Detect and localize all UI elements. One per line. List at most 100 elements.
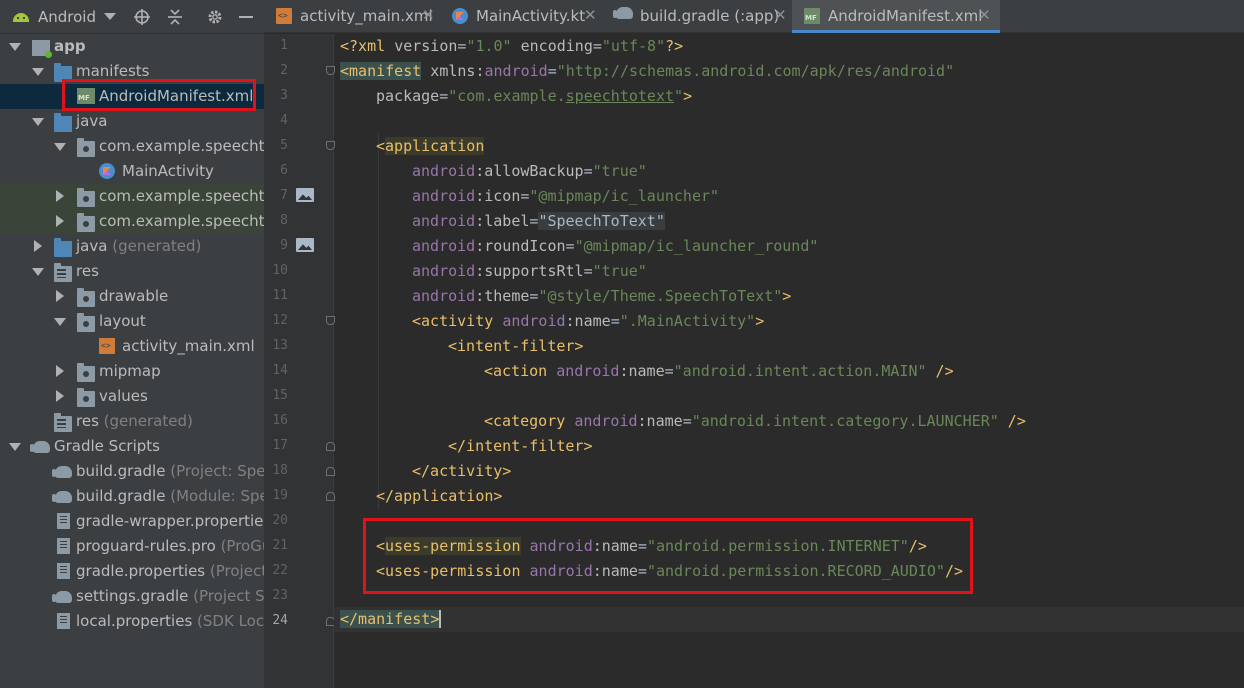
code-line-14: <action android:name="android.intent.act… bbox=[484, 362, 954, 380]
kotlin-class-icon bbox=[99, 163, 115, 179]
tree-item-label: gradle.properties (Project P bbox=[76, 562, 264, 580]
tree-item-res[interactable]: res bbox=[0, 259, 264, 284]
tree-item-label: com.example.speechtote bbox=[99, 212, 264, 230]
project-view-selector[interactable]: Android bbox=[0, 0, 116, 34]
tree-item-package-main[interactable]: com.example.speechtote bbox=[0, 134, 264, 159]
tab-android-manifest-xml[interactable]: AndroidManifest.xml ✕ bbox=[792, 0, 1000, 33]
code-line-1: <?xml version="1.0" encoding="utf-8"?> bbox=[340, 37, 684, 55]
line-number[interactable]: 18 bbox=[264, 463, 288, 478]
tree-item-label: com.example.speechtote bbox=[99, 187, 264, 205]
line-number[interactable]: 20 bbox=[264, 513, 288, 528]
properties-file-icon bbox=[57, 613, 70, 629]
close-icon[interactable]: ✕ bbox=[978, 6, 991, 24]
tab-activity-main-xml[interactable]: activity_main.xml ✕ bbox=[264, 0, 440, 33]
close-icon[interactable]: ✕ bbox=[422, 6, 435, 24]
chevron-right-icon[interactable] bbox=[32, 240, 44, 252]
hide-panel-icon[interactable] bbox=[234, 0, 258, 34]
tree-item-label: manifests bbox=[76, 62, 150, 80]
tree-item-label: com.example.speechtote bbox=[99, 137, 264, 155]
line-number[interactable]: 15 bbox=[264, 388, 288, 403]
image-preview-icon[interactable] bbox=[296, 238, 314, 252]
tree-item-java-generated[interactable]: java (generated) bbox=[0, 234, 264, 259]
chevron-right-icon[interactable] bbox=[54, 290, 66, 302]
tree-item-app[interactable]: app bbox=[0, 34, 264, 59]
tree-item-gradle-wrapper-properties[interactable]: gradle-wrapper.properties ( bbox=[0, 509, 264, 534]
tree-item-main-activity[interactable]: MainActivity bbox=[0, 159, 264, 184]
close-icon[interactable]: ✕ bbox=[774, 6, 787, 24]
line-number[interactable]: 1 bbox=[264, 38, 288, 53]
package-icon bbox=[77, 138, 95, 157]
code-line-11: android:theme="@style/Theme.SpeechToText… bbox=[412, 287, 792, 305]
tree-item-java[interactable]: java bbox=[0, 109, 264, 134]
chevron-right-icon[interactable] bbox=[54, 190, 66, 202]
code-line-18: </activity> bbox=[412, 462, 512, 480]
tree-item-proguard-rules[interactable]: proguard-rules.pro (ProGua bbox=[0, 534, 264, 559]
properties-file-icon bbox=[57, 513, 70, 529]
tree-item-settings-gradle[interactable]: settings.gradle (Project Sett bbox=[0, 584, 264, 609]
line-number[interactable]: 8 bbox=[264, 213, 288, 228]
line-number[interactable]: 24 bbox=[264, 613, 288, 628]
tree-item-gradle-scripts[interactable]: Gradle Scripts bbox=[0, 434, 264, 459]
chevron-down-icon bbox=[104, 13, 116, 20]
line-number[interactable]: 5 bbox=[264, 138, 288, 153]
chevron-down-icon[interactable] bbox=[32, 115, 44, 127]
chevron-down-icon[interactable] bbox=[9, 40, 21, 52]
gear-icon[interactable] bbox=[203, 0, 227, 34]
collapse-all-icon[interactable] bbox=[163, 0, 187, 34]
image-preview-icon[interactable] bbox=[296, 188, 314, 202]
tab-main-activity-kt[interactable]: MainActivity.kt ✕ bbox=[440, 0, 604, 33]
tree-item-build-gradle-project[interactable]: build.gradle (Project: Speec bbox=[0, 459, 264, 484]
close-icon[interactable]: ✕ bbox=[584, 6, 597, 24]
chevron-right-icon[interactable] bbox=[54, 365, 66, 377]
line-number[interactable]: 4 bbox=[264, 113, 288, 128]
line-number[interactable]: 11 bbox=[264, 288, 288, 303]
chevron-right-icon[interactable] bbox=[54, 390, 66, 402]
code-editor[interactable]: <?xml version="1.0" encoding="utf-8"?> <… bbox=[334, 34, 1244, 688]
tree-item-layout[interactable]: layout bbox=[0, 309, 264, 334]
line-number[interactable]: 7 bbox=[264, 188, 288, 203]
tree-item-activity-main-xml[interactable]: activity_main.xml bbox=[0, 334, 264, 359]
code-line-6: android:allowBackup="true" bbox=[412, 162, 647, 180]
chevron-down-icon[interactable] bbox=[9, 440, 21, 452]
chevron-right-icon[interactable] bbox=[54, 215, 66, 227]
code-line-17: </intent-filter> bbox=[448, 437, 593, 455]
tree-item-values[interactable]: values bbox=[0, 384, 264, 409]
line-number[interactable]: 13 bbox=[264, 338, 288, 353]
line-number[interactable]: 10 bbox=[264, 263, 288, 278]
chevron-down-icon[interactable] bbox=[54, 315, 66, 327]
tree-item-gradle-properties[interactable]: gradle.properties (Project P bbox=[0, 559, 264, 584]
line-number[interactable]: 21 bbox=[264, 538, 288, 553]
line-number[interactable]: 9 bbox=[264, 238, 288, 253]
tree-item-res-generated[interactable]: res (generated) bbox=[0, 409, 264, 434]
tab-label: MainActivity.kt bbox=[476, 7, 586, 25]
chevron-down-icon[interactable] bbox=[32, 265, 44, 277]
line-number[interactable]: 3 bbox=[264, 88, 288, 103]
tree-item-local-properties[interactable]: local.properties (SDK Locati bbox=[0, 609, 264, 634]
tree-item-package-test[interactable]: com.example.speechtote bbox=[0, 209, 264, 234]
line-number[interactable]: 22 bbox=[264, 563, 288, 578]
chevron-down-icon[interactable] bbox=[54, 140, 66, 152]
line-number[interactable]: 6 bbox=[264, 163, 288, 178]
line-number[interactable]: 14 bbox=[264, 363, 288, 378]
tree-item-label: mipmap bbox=[99, 362, 161, 380]
tree-item-label: activity_main.xml bbox=[122, 337, 255, 355]
code-line-8: android:label="SpeechToText" bbox=[412, 212, 665, 230]
code-line-24: </manifest> bbox=[340, 610, 442, 628]
tab-build-gradle-app[interactable]: build.gradle (:app) ✕ bbox=[604, 0, 792, 33]
line-number[interactable]: 19 bbox=[264, 488, 288, 503]
tree-item-build-gradle-module[interactable]: build.gradle (Module: Speec bbox=[0, 484, 264, 509]
tree-item-package-android-test[interactable]: com.example.speechtote bbox=[0, 184, 264, 209]
line-number[interactable]: 23 bbox=[264, 588, 288, 603]
chevron-down-icon[interactable] bbox=[32, 65, 44, 77]
line-number[interactable]: 2 bbox=[264, 63, 288, 78]
line-number[interactable]: 17 bbox=[264, 438, 288, 453]
resource-folder-icon bbox=[54, 413, 72, 432]
line-number[interactable]: 16 bbox=[264, 413, 288, 428]
properties-file-icon bbox=[57, 563, 70, 579]
tree-item-label: java bbox=[76, 112, 108, 130]
tree-item-drawable[interactable]: drawable bbox=[0, 284, 264, 309]
tree-item-mipmap[interactable]: mipmap bbox=[0, 359, 264, 384]
line-number[interactable]: 12 bbox=[264, 313, 288, 328]
tree-item-label: build.gradle (Module: Speec bbox=[76, 487, 264, 505]
crosshair-icon[interactable] bbox=[130, 0, 154, 34]
